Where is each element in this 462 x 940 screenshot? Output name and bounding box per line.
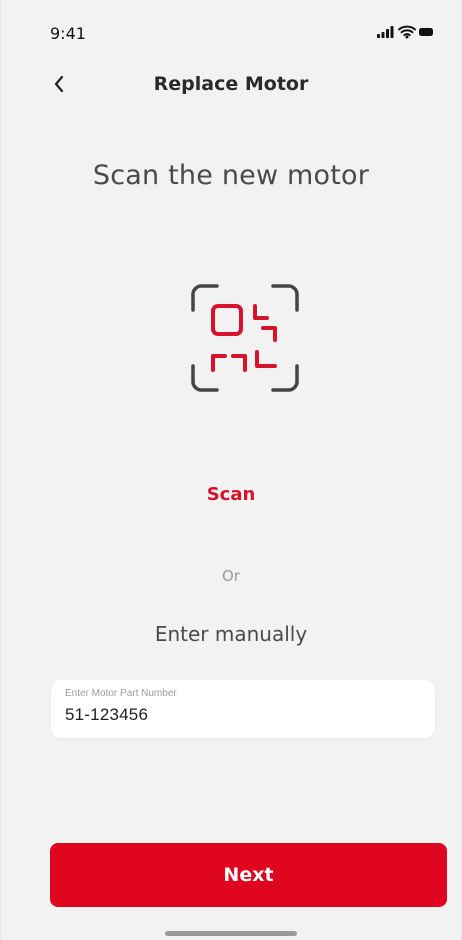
- phone-screen: 9:41 Replace Motor Scan the new motor Sc…: [0, 0, 462, 940]
- page-title: Replace Motor: [153, 73, 309, 95]
- or-divider-text: Or: [222, 567, 240, 585]
- wifi-icon: [398, 25, 416, 39]
- motor-part-number-value[interactable]: 51-123456: [65, 705, 148, 725]
- battery-icon: [419, 28, 433, 36]
- status-time: 9:41: [50, 24, 86, 43]
- enter-manually-heading: Enter manually: [154, 622, 308, 646]
- main-title: Scan the new motor: [92, 160, 370, 191]
- motor-part-number-label: Enter Motor Part Number: [65, 688, 177, 699]
- next-button[interactable]: Next: [50, 843, 447, 907]
- qr-scan-icon[interactable]: [187, 280, 303, 396]
- header: Replace Motor: [1, 60, 461, 108]
- status-icons: [375, 24, 435, 40]
- home-indicator: [165, 931, 297, 936]
- status-bar: 9:41: [1, 0, 461, 64]
- scan-button[interactable]: Scan: [1, 484, 461, 505]
- next-button-label: Next: [223, 864, 274, 886]
- motor-part-number-field[interactable]: Enter Motor Part Number 51-123456: [51, 680, 435, 738]
- signal-icon: [377, 26, 394, 38]
